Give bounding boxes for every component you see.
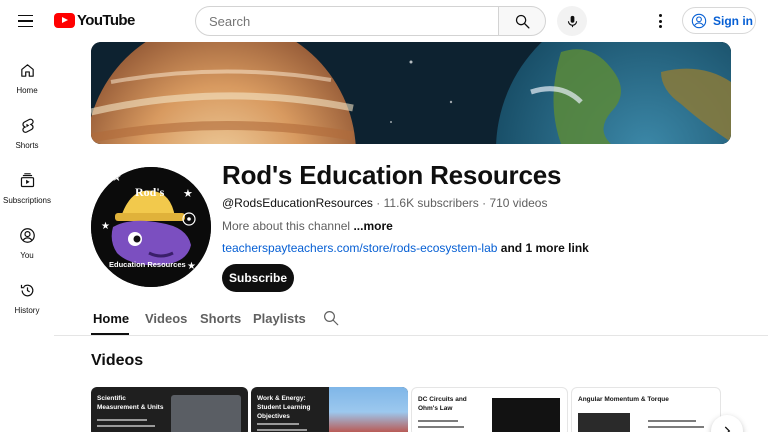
you-icon: [17, 225, 37, 245]
video-thumbnail-title: Angular Momentum & Torque: [578, 396, 669, 403]
search-box: [195, 6, 499, 36]
chevron-right-icon: [724, 426, 731, 432]
video-card[interactable]: DC Circuits and Ohm's Law: [411, 387, 568, 432]
video-thumbnail-title: Work & Energy: Student Learning Objectiv…: [257, 395, 311, 420]
thumbnail-text-line: [257, 423, 299, 425]
sidebar-item-shorts[interactable]: Shorts: [0, 109, 54, 161]
channel-avatar[interactable]: ★ ★ ★ ★ Rod's Education Resources: [91, 167, 211, 287]
search-button[interactable]: [498, 6, 546, 36]
video-count: 710 videos: [489, 196, 548, 210]
logo-text: YouTube: [77, 12, 135, 29]
channel-search-icon[interactable]: [322, 309, 340, 327]
menu-button[interactable]: [14, 9, 40, 33]
video-thumbnail-title: Scientific Measurement & Units: [97, 395, 164, 411]
history-icon: [17, 280, 37, 300]
svg-text:★: ★: [183, 188, 193, 200]
sign-in-button[interactable]: Sign in: [682, 7, 756, 34]
sidebar-item-you[interactable]: You: [0, 219, 54, 271]
channel-meta: @RodsEducationResources · 11.6K subscrib…: [222, 196, 547, 210]
tab-videos[interactable]: Videos: [145, 311, 187, 326]
separator: ·: [372, 196, 384, 210]
top-bar: YouTube Sign in: [0, 0, 768, 42]
sign-in-label: Sign in: [713, 13, 753, 28]
video-card[interactable]: Angular Momentum & Torque: [571, 387, 721, 432]
account-icon: [691, 13, 707, 28]
channel-description[interactable]: More about this channel ...more: [222, 219, 393, 233]
sidebar-item-label: Shorts: [15, 141, 39, 150]
thumbnail-text-line: [97, 419, 147, 421]
sidebar-item-label: History: [14, 306, 40, 315]
subscriber-count: 11.6K subscribers: [383, 196, 479, 210]
video-thumbnail-title: DC Circuits and Ohm's Law: [418, 396, 467, 412]
thumbnail-text-line: [257, 429, 307, 431]
sidebar: Home Shorts Subscriptions You History: [0, 42, 54, 432]
channel-banner: [91, 42, 731, 144]
video-card[interactable]: Work & Energy: Student Learning Objectiv…: [251, 387, 408, 432]
thumbnail-image: [578, 413, 630, 432]
search-input[interactable]: [209, 13, 498, 29]
svg-text:★: ★: [187, 261, 196, 272]
thumbnail-image: [329, 387, 408, 432]
dot-icon: [658, 19, 662, 23]
channel-tabs: Home Videos Shorts Playlists: [91, 302, 351, 336]
home-icon: [17, 60, 37, 80]
channel-name: Rod's Education Resources: [222, 160, 562, 190]
youtube-play-icon: [54, 13, 75, 28]
thumbnail-text-line: [418, 426, 464, 428]
sidebar-item-subscriptions[interactable]: Subscriptions: [0, 164, 54, 216]
section-title: Videos: [91, 352, 144, 369]
tabs-divider: [54, 335, 768, 336]
thumbnail-text-line: [648, 420, 696, 422]
about-more-link[interactable]: ...more: [353, 219, 392, 233]
voice-search-button[interactable]: [557, 6, 587, 36]
youtube-logo[interactable]: YouTube: [54, 12, 135, 29]
sidebar-item-home[interactable]: Home: [0, 54, 54, 106]
video-card[interactable]: Scientific Measurement & Units: [91, 387, 248, 432]
settings-menu-button[interactable]: [650, 10, 670, 32]
microphone-icon: [567, 15, 577, 27]
hamburger-line: [18, 14, 33, 17]
channel-handle: @RodsEducationResources: [222, 196, 373, 210]
sidebar-item-label: You: [20, 251, 34, 260]
hamburger-line: [18, 20, 33, 22]
separator: ·: [478, 196, 490, 210]
channel-external-link[interactable]: teacherspayteachers.com/store/rods-ecosy…: [222, 241, 497, 255]
tab-home[interactable]: Home: [93, 311, 129, 326]
avatar-text-top: Rod's: [135, 185, 165, 199]
about-text: More about this channel: [222, 219, 351, 233]
sidebar-item-label: Home: [16, 86, 38, 95]
channel-links: teacherspayteachers.com/store/rods-ecosy…: [222, 241, 589, 255]
subscriptions-icon: [17, 170, 37, 190]
svg-text:★: ★: [111, 170, 122, 184]
dot-icon: [658, 14, 662, 17]
more-links-button[interactable]: and 1 more link: [501, 241, 589, 255]
thumbnail-text-line: [418, 420, 458, 422]
search-icon: [515, 14, 530, 29]
banner-artwork: [91, 42, 731, 144]
thumbnail-image: [171, 395, 241, 432]
thumbnail-image: [492, 398, 560, 432]
dot-icon: [658, 25, 662, 28]
subscribe-button[interactable]: Subscribe: [222, 264, 294, 292]
shorts-icon: [17, 115, 37, 135]
thumbnail-text-line: [97, 425, 155, 427]
avatar-text-bottom: Education Resources: [109, 260, 186, 269]
tab-shorts[interactable]: Shorts: [200, 311, 241, 326]
thumbnail-text-line: [648, 426, 704, 428]
hamburger-line: [18, 25, 33, 28]
svg-text:★: ★: [101, 221, 110, 232]
sidebar-item-history[interactable]: History: [0, 274, 54, 326]
sidebar-item-label: Subscriptions: [2, 196, 52, 205]
tab-playlists[interactable]: Playlists: [253, 311, 306, 326]
